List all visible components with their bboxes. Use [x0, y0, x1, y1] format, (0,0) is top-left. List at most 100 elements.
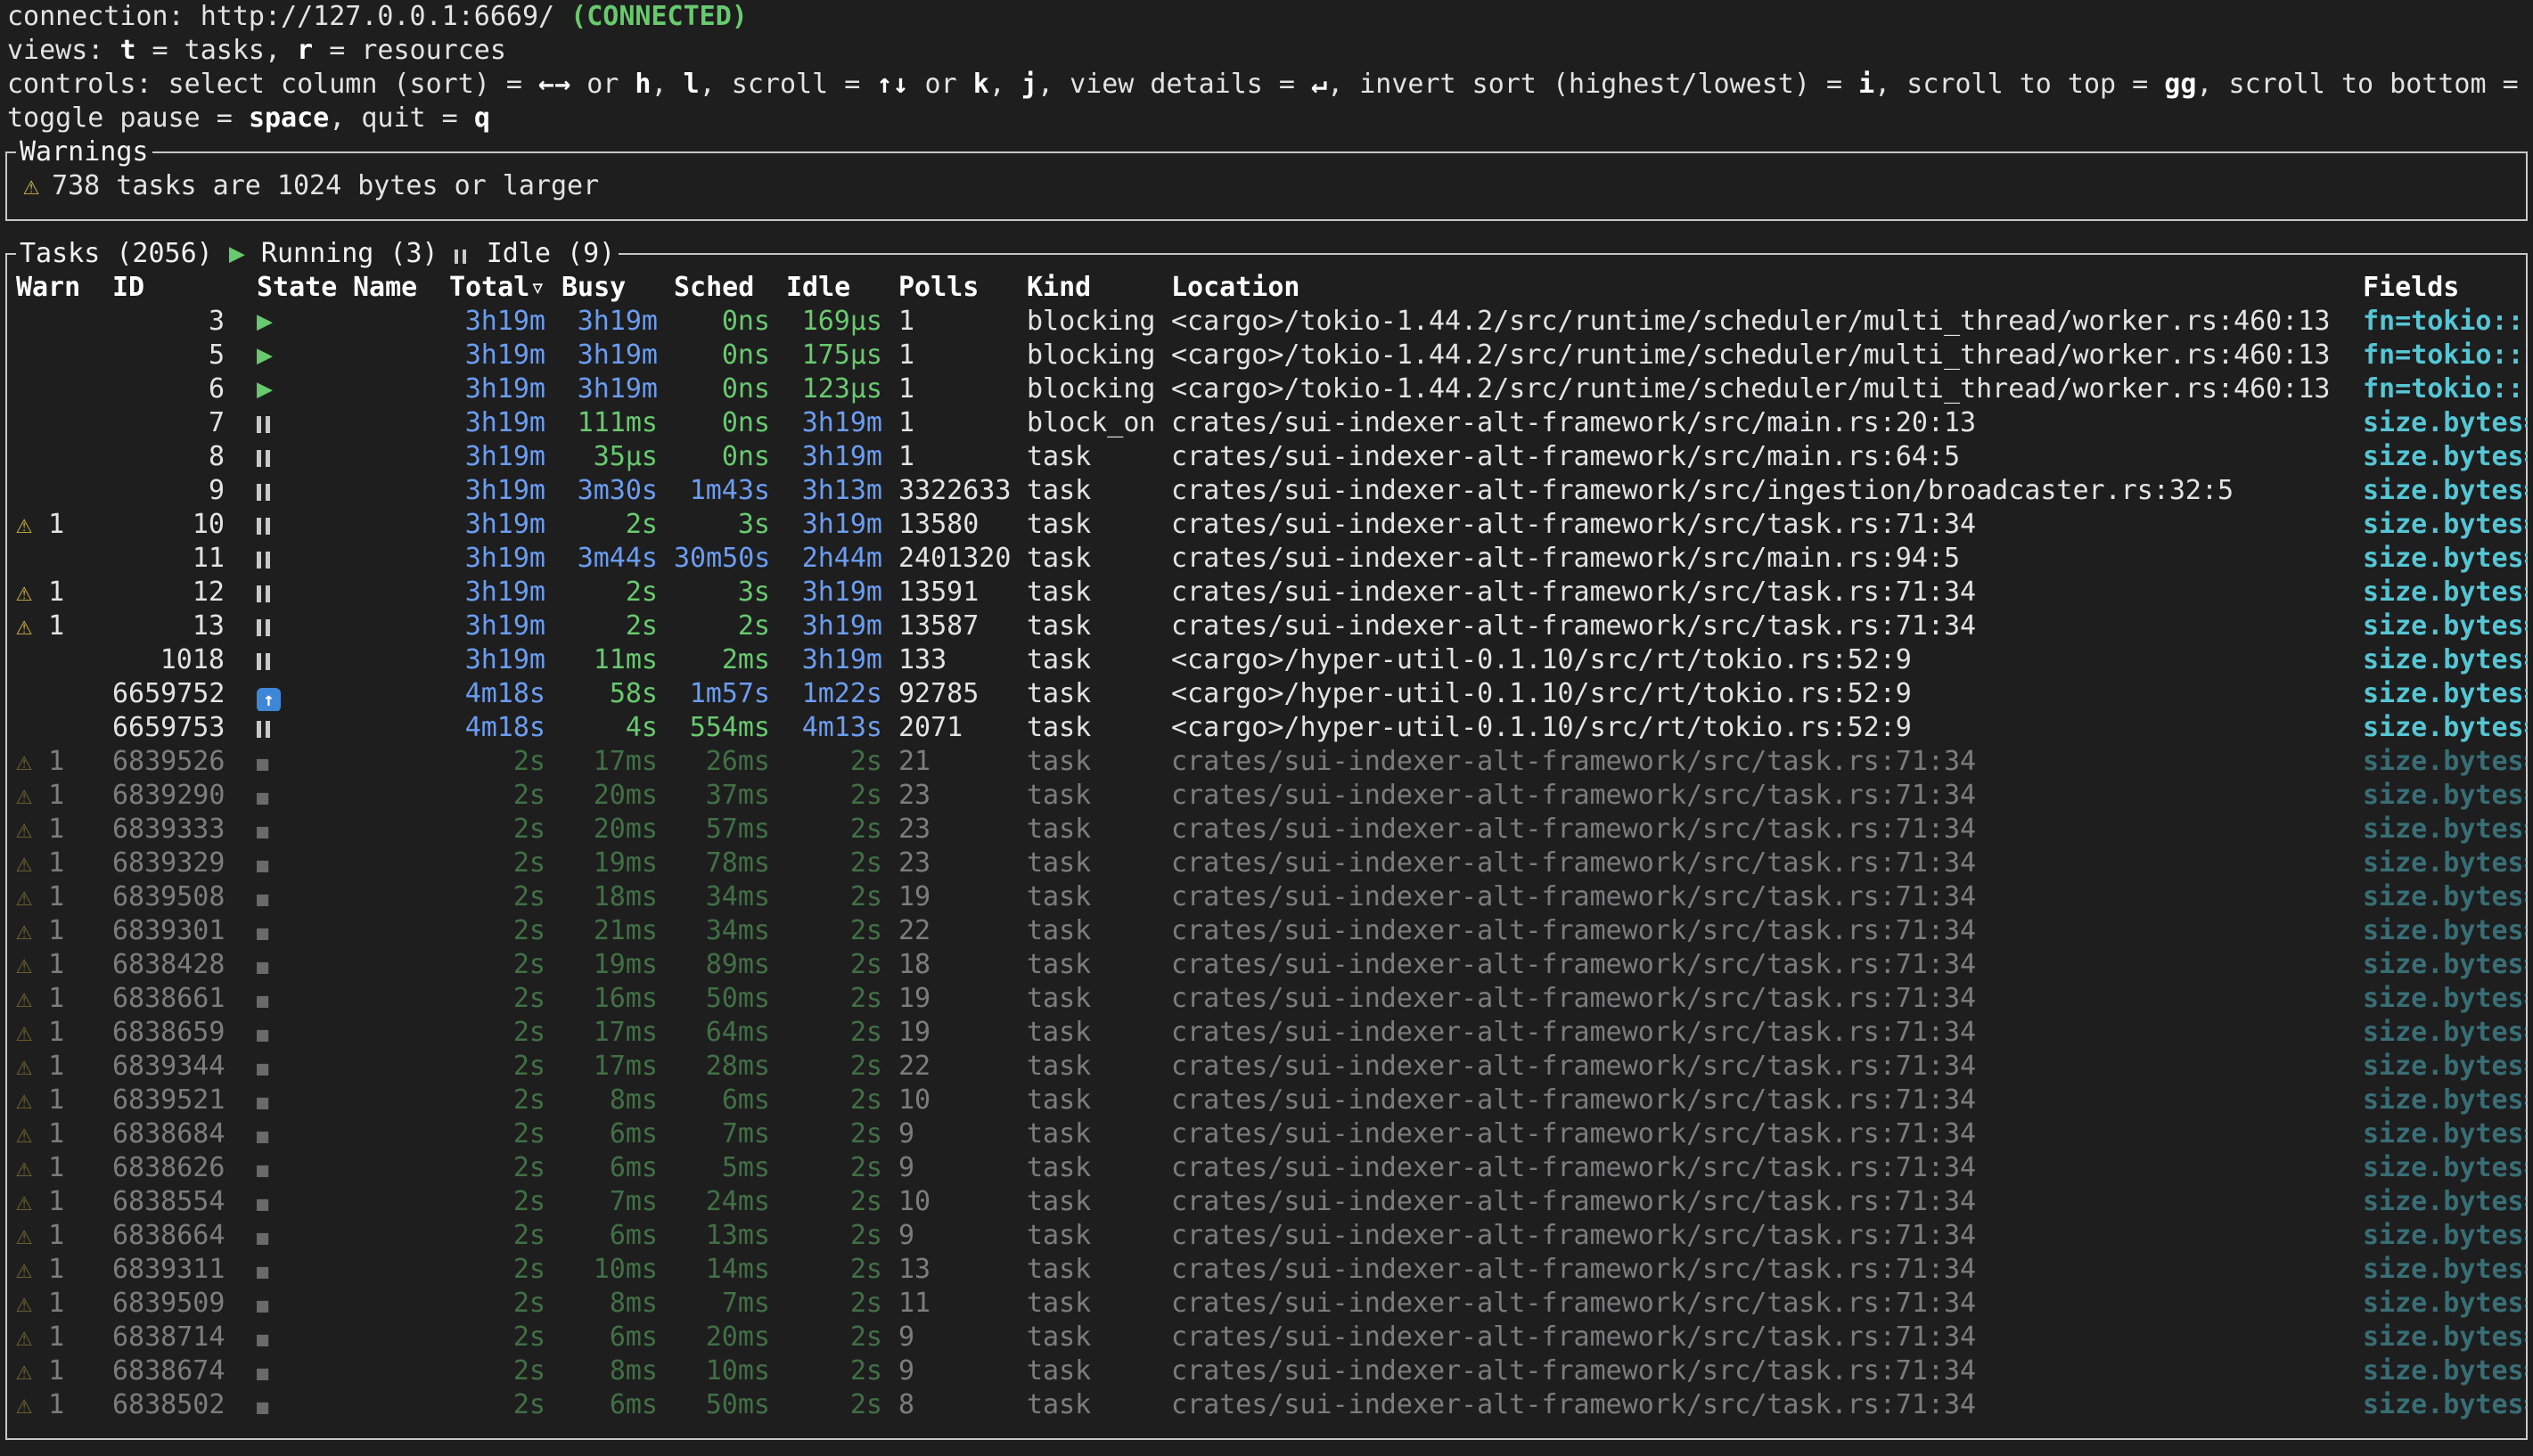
column-header-name[interactable]: Name: [353, 271, 449, 305]
column-header-location[interactable]: Location: [1171, 271, 2363, 305]
name-cell: [353, 643, 449, 677]
idle-cell: 2s: [786, 813, 898, 847]
column-header-state[interactable]: State: [257, 271, 353, 305]
column-header-kind[interactable]: Kind: [1027, 271, 1171, 305]
task-row[interactable]: ⚠ 16839521■2s8ms6ms2s10taskcrates/sui-in…: [16, 1084, 2528, 1117]
task-row[interactable]: ⚠ 16839509■2s8ms7ms2s11taskcrates/sui-in…: [16, 1287, 2528, 1321]
controls-line: controls: select column (sort) = ←→ or h…: [0, 68, 2533, 102]
busy-cell: 2s: [562, 609, 674, 643]
state-cell: ▶: [257, 305, 353, 339]
column-header-id[interactable]: ID: [112, 271, 241, 305]
location-cell: crates/sui-indexer-alt-framework/src/tas…: [1171, 813, 2363, 847]
task-row[interactable]: ⚠ 16838554■2s7ms24ms2s10taskcrates/sui-i…: [16, 1185, 2528, 1219]
text-segment: connection: http://127.0.0.1:6669/: [7, 1, 570, 32]
task-row[interactable]: 5▶3h19m3h19m0ns175µs1blocking<cargo>/tok…: [16, 339, 2528, 372]
task-row[interactable]: 83h19m35µs0ns3h19m1taskcrates/sui-indexe…: [16, 440, 2528, 474]
task-row[interactable]: ⚠ 16838684■2s6ms7ms2s9taskcrates/sui-ind…: [16, 1117, 2528, 1151]
task-row[interactable]: 6▶3h19m3h19m0ns123µs1blocking<cargo>/tok…: [16, 372, 2528, 406]
name-cell: [353, 372, 449, 406]
task-row[interactable]: ⚠ 16838664■2s6ms13ms2s9taskcrates/sui-in…: [16, 1219, 2528, 1253]
task-row[interactable]: ⚠ 1103h19m2s3s3h19m13580taskcrates/sui-i…: [16, 508, 2528, 542]
task-row[interactable]: ⚠ 16839333■2s20ms57ms2s23taskcrates/sui-…: [16, 813, 2528, 847]
column-gap: [241, 880, 257, 914]
polls-cell: 9: [898, 1219, 1027, 1253]
total-cell: 2s: [449, 880, 562, 914]
task-row[interactable]: 66597534m18s4s554ms4m13s2071task<cargo>/…: [16, 711, 2528, 745]
column-header-polls[interactable]: Polls: [898, 271, 1027, 305]
task-row[interactable]: 73h19m111ms0ns3h19m1block_oncrates/sui-i…: [16, 406, 2528, 440]
location-cell: crates/sui-indexer-alt-framework/src/tas…: [1171, 1287, 2363, 1321]
task-row[interactable]: ⚠ 16839290■2s20ms37ms2s23taskcrates/sui-…: [16, 779, 2528, 813]
fields-cell: size.bytes=: [2363, 1253, 2528, 1287]
warning-icon: ⚠: [16, 577, 32, 608]
task-row[interactable]: ⚠ 16839301■2s21ms34ms2s22taskcrates/sui-…: [16, 914, 2528, 948]
column-header-idle[interactable]: Idle: [786, 271, 898, 305]
fields-cell: size.bytes=: [2363, 576, 2528, 609]
warnings-panel-title: Warnings: [16, 135, 152, 169]
idle-cell: 2s: [786, 982, 898, 1016]
column-header-total[interactable]: Total▿: [449, 271, 562, 305]
total-cell: 2s: [449, 1354, 562, 1388]
busy-cell: 8ms: [562, 1354, 674, 1388]
column-gap: [241, 1016, 257, 1050]
column-header-fields[interactable]: Fields: [2363, 271, 2528, 305]
polls-cell: 23: [898, 779, 1027, 813]
task-row[interactable]: ⚠ 16839526■2s17ms26ms2s21taskcrates/sui-…: [16, 745, 2528, 779]
task-row[interactable]: 3▶3h19m3h19m0ns169µs1blocking<cargo>/tok…: [16, 305, 2528, 339]
text-segment: , scroll =: [700, 69, 877, 100]
task-row[interactable]: ⚠ 16838714■2s6ms20ms2s9taskcrates/sui-in…: [16, 1321, 2528, 1354]
column-header-warn[interactable]: Warn: [16, 271, 112, 305]
fields-cell: size.bytes=: [2363, 1016, 2528, 1050]
polls-cell: 11: [898, 1287, 1027, 1321]
warn-cell: ⚠ 1: [16, 745, 112, 779]
fields-cell: size.bytes=: [2363, 813, 2528, 847]
task-row[interactable]: 113h19m3m44s30m50s2h44m2401320taskcrates…: [16, 542, 2528, 576]
task-row[interactable]: ⚠ 16839344■2s17ms28ms2s22taskcrates/sui-…: [16, 1050, 2528, 1084]
busy-cell: 20ms: [562, 813, 674, 847]
task-row[interactable]: 93h19m3m30s1m43s3h13m3322633taskcrates/s…: [16, 474, 2528, 508]
sched-cell: 20ms: [674, 1321, 786, 1354]
completed-icon: ■: [257, 1295, 268, 1317]
sched-cell: 14ms: [674, 1253, 786, 1287]
warn-cell: ⚠ 1: [16, 576, 112, 609]
task-row[interactable]: 6659752↑4m18s58s1m57s1m22s92785task<carg…: [16, 677, 2528, 711]
task-row[interactable]: ⚠ 16838659■2s17ms64ms2s19taskcrates/sui-…: [16, 1016, 2528, 1050]
task-row[interactable]: ⚠ 1123h19m2s3s3h19m13591taskcrates/sui-i…: [16, 576, 2528, 609]
state-cell: [257, 711, 353, 745]
task-row[interactable]: ⚠ 16838661■2s16ms50ms2s19taskcrates/sui-…: [16, 982, 2528, 1016]
help-header: connection: http://127.0.0.1:6669/ (CONN…: [0, 0, 2533, 135]
warn-cell: [16, 305, 112, 339]
column-gap: [241, 609, 257, 643]
task-row[interactable]: ⚠ 16838674■2s8ms10ms2s9taskcrates/sui-in…: [16, 1354, 2528, 1388]
completed-icon: ■: [257, 855, 268, 877]
column-header-sched[interactable]: Sched: [674, 271, 786, 305]
completed-icon: ■: [257, 821, 268, 843]
task-row[interactable]: ⚠ 1133h19m2s2s3h19m13587taskcrates/sui-i…: [16, 609, 2528, 643]
task-id-cell: 6838684: [112, 1117, 241, 1151]
state-cell: ↑: [257, 677, 353, 711]
warn-cell: [16, 711, 112, 745]
idle-cell: 175µs: [786, 339, 898, 372]
warning-icon: ⚠: [16, 1220, 32, 1251]
task-row[interactable]: ⚠ 16838502■2s6ms50ms2s8taskcrates/sui-in…: [16, 1388, 2528, 1422]
name-cell: [353, 1388, 449, 1422]
busy-cell: 2s: [562, 508, 674, 542]
name-cell: [353, 847, 449, 880]
task-row[interactable]: ⚠ 16838626■2s6ms5ms2s9taskcrates/sui-ind…: [16, 1151, 2528, 1185]
warning-item: ⚠738 tasks are 1024 bytes or larger: [16, 169, 2528, 203]
key-hint: ←→: [538, 69, 570, 100]
state-cell: ■: [257, 1388, 353, 1422]
task-row[interactable]: ⚠ 16839329■2s19ms78ms2s23taskcrates/sui-…: [16, 847, 2528, 880]
key-hint: r: [297, 35, 313, 66]
column-header-busy[interactable]: Busy: [562, 271, 674, 305]
task-row[interactable]: ⚠ 16839311■2s10ms14ms2s13taskcrates/sui-…: [16, 1253, 2528, 1287]
task-row[interactable]: ⚠ 16838428■2s19ms89ms2s18taskcrates/sui-…: [16, 948, 2528, 982]
location-cell: crates/sui-indexer-alt-framework/src/tas…: [1171, 914, 2363, 948]
polls-cell: 2401320: [898, 542, 1027, 576]
task-row[interactable]: ⚠ 16839508■2s18ms34ms2s19taskcrates/sui-…: [16, 880, 2528, 914]
polls-cell: 13591: [898, 576, 1027, 609]
task-row[interactable]: 10183h19m11ms2ms3h19m133task<cargo>/hype…: [16, 643, 2528, 677]
text-segment: = tasks,: [136, 35, 298, 66]
name-cell: [353, 982, 449, 1016]
column-gap: [241, 813, 257, 847]
